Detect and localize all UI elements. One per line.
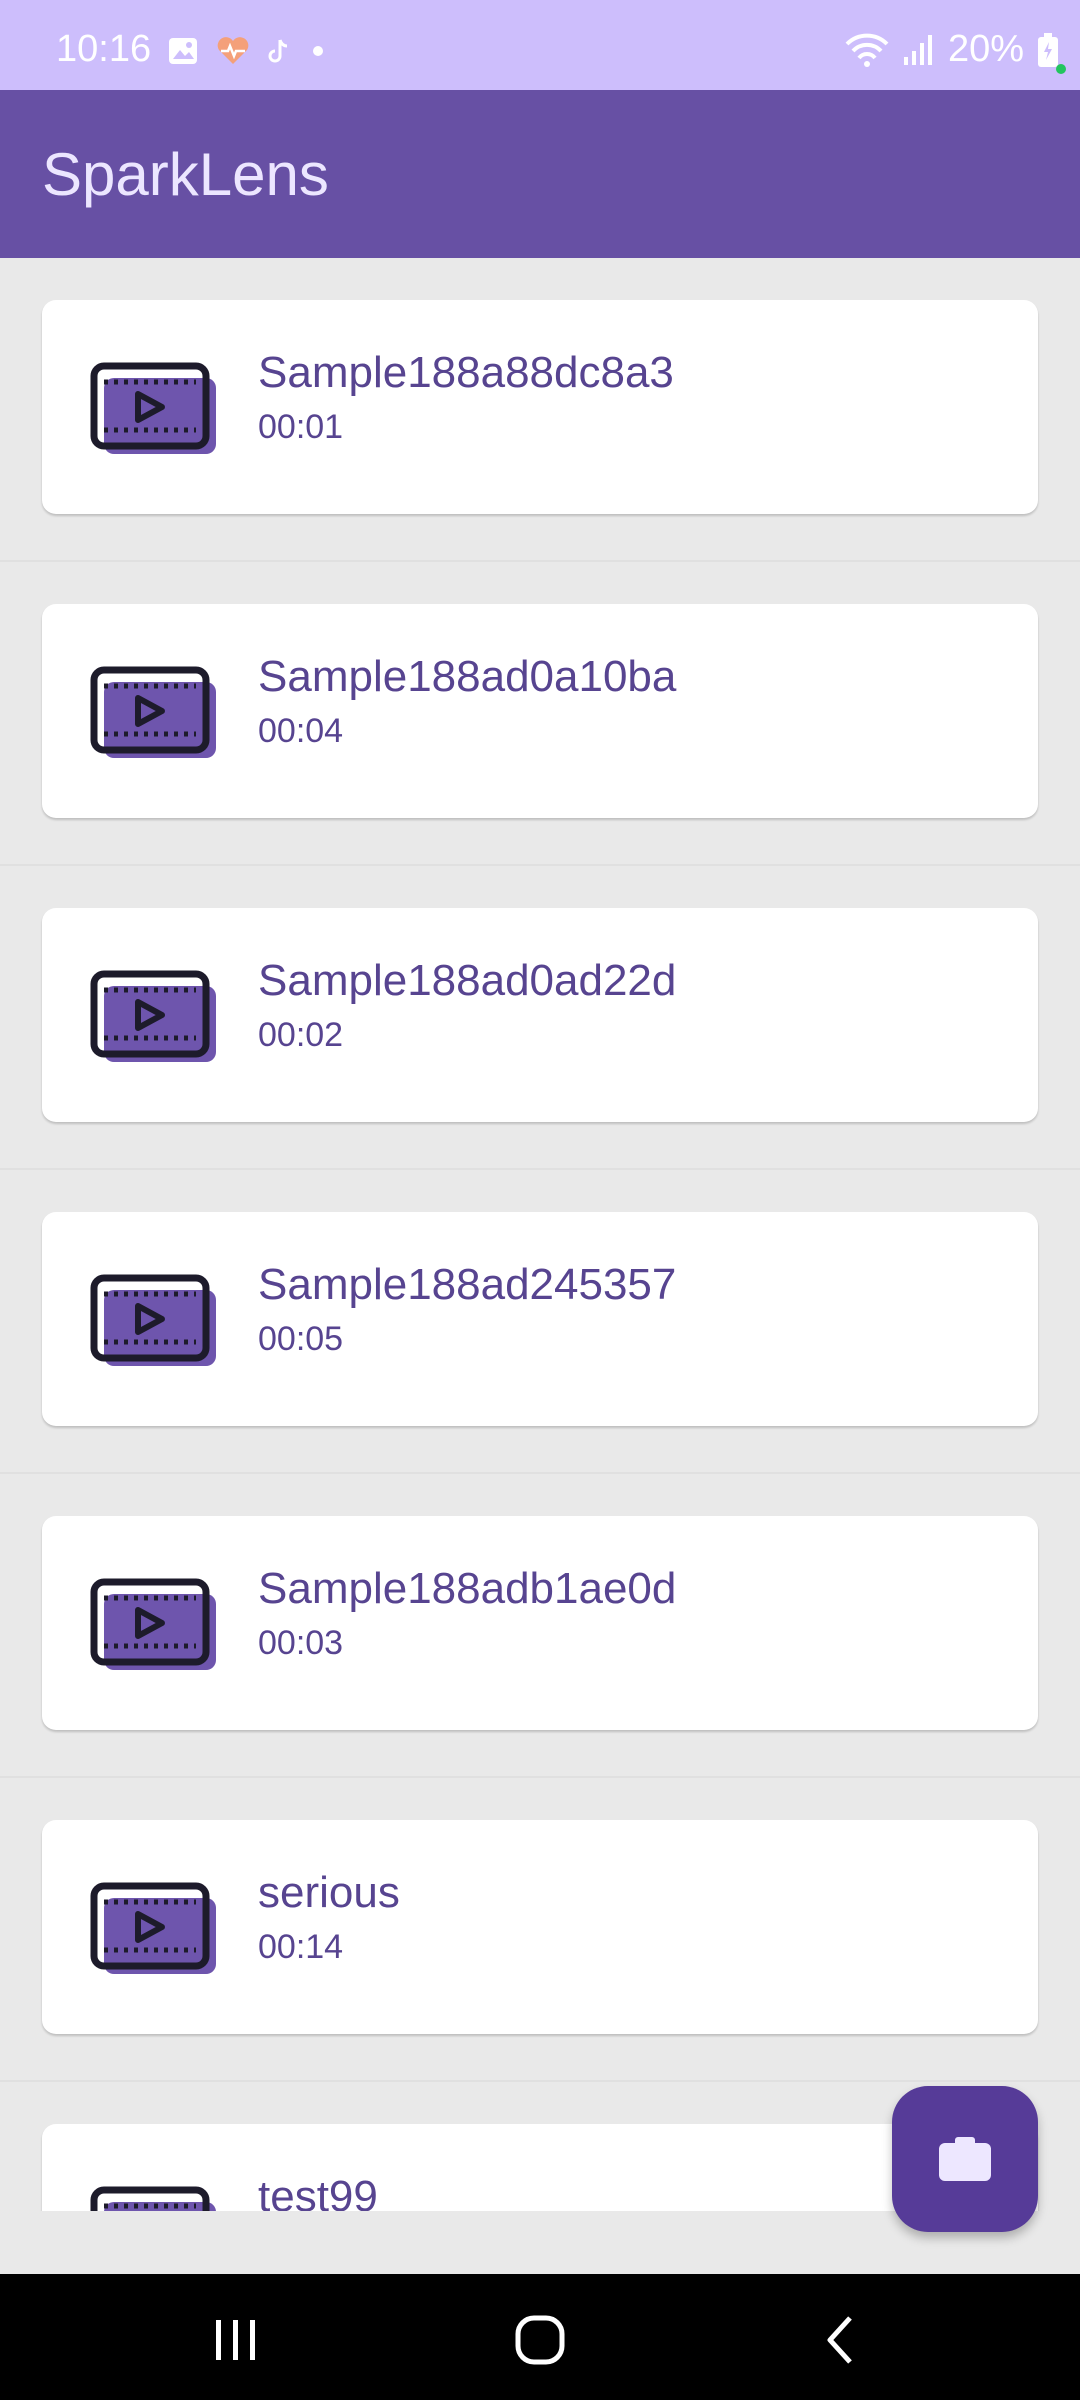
app-title: SparkLens (42, 141, 329, 208)
recording-name: serious (258, 1868, 400, 1917)
video-icon (90, 362, 216, 454)
list-row: Sample188adb1ae0d 00:03 (0, 1474, 1080, 1778)
home-icon[interactable] (510, 2310, 570, 2370)
battery-icon (1038, 32, 1058, 67)
app-bar: SparkLens (0, 90, 1080, 258)
recording-duration: 00:03 (258, 1624, 344, 1662)
dot-icon (313, 46, 323, 56)
video-icon (90, 2186, 216, 2211)
recording-name: Sample188adb1ae0d (258, 1564, 677, 1613)
status-bar: 10:16 20% (0, 0, 1080, 90)
recording-name: Sample188ad0ad22d (258, 956, 677, 1005)
recording-card[interactable]: Sample188ad245357 00:05 (42, 1212, 1038, 1426)
list-row: Sample188ad0ad22d 00:02 (0, 866, 1080, 1170)
recording-card[interactable]: Sample188a88dc8a3 00:01 (42, 300, 1038, 514)
recording-card[interactable]: Sample188adb1ae0d 00:03 (42, 1516, 1038, 1730)
recording-card[interactable]: Sample188ad0ad22d 00:02 (42, 908, 1038, 1122)
battery-percentage: 20% (947, 28, 1024, 70)
list-row: serious 00:14 (0, 1778, 1080, 2082)
video-icon (90, 970, 216, 1062)
recording-duration: 00:02 (258, 1016, 344, 1054)
recents-icon[interactable] (206, 2310, 266, 2370)
camera-icon (939, 2137, 991, 2181)
tiktok-icon (268, 39, 288, 63)
gallery-icon (169, 38, 197, 64)
list-row: Sample188ad0a10ba 00:04 (0, 562, 1080, 866)
camera-fab-button[interactable] (892, 2086, 1038, 2232)
recording-name: Sample188a88dc8a3 (258, 348, 674, 397)
recording-duration: 00:05 (258, 1320, 344, 1358)
recording-name: test99 (258, 2172, 378, 2211)
list-row: Sample188a88dc8a3 00:01 (0, 258, 1080, 562)
video-icon (90, 1578, 216, 1670)
back-icon[interactable] (812, 2310, 872, 2370)
recording-duration: 00:04 (258, 712, 344, 750)
privacy-indicator-dot (1056, 64, 1066, 74)
recording-name: Sample188ad0a10ba (258, 652, 677, 701)
video-icon (90, 1274, 216, 1366)
video-icon (90, 666, 216, 758)
video-icon (90, 1882, 216, 1974)
recordings-list[interactable]: Sample188a88dc8a3 00:01 Sample188ad0a10b… (0, 258, 1080, 2211)
wifi-icon (845, 33, 889, 67)
recording-duration: 00:14 (258, 1928, 344, 1966)
recording-card[interactable]: test99 00:04 (42, 2124, 1038, 2211)
list-row: Sample188ad245357 00:05 (0, 1170, 1080, 1474)
recording-card[interactable]: serious 00:14 (42, 1820, 1038, 2034)
recording-duration: 00:01 (258, 408, 344, 446)
recording-card[interactable]: Sample188ad0a10ba 00:04 (42, 604, 1038, 818)
heart-rate-icon (217, 37, 249, 64)
signal-icon (903, 34, 932, 65)
recording-name: Sample188ad245357 (258, 1260, 677, 1309)
status-time: 10:16 (56, 28, 152, 70)
navigation-bar (0, 2274, 1080, 2400)
